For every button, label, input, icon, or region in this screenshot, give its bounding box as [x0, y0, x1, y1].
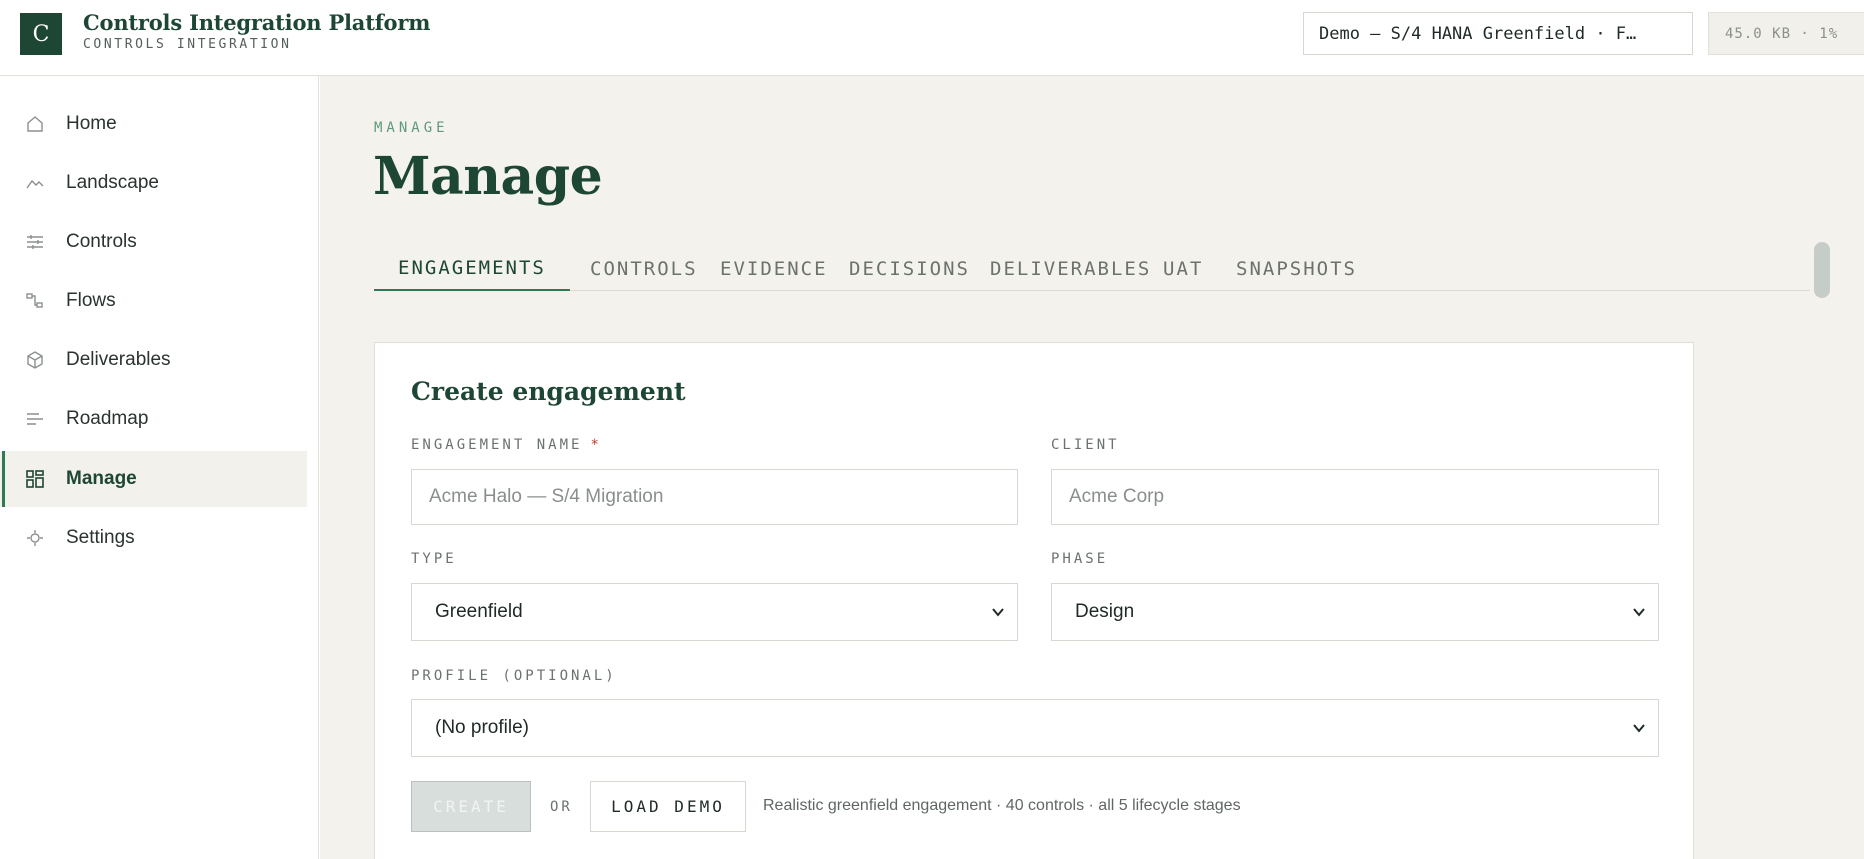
phase-select[interactable]: Design	[1051, 583, 1659, 641]
phase-label: PHASE	[1051, 551, 1109, 567]
sidebar-item-label: Deliverables	[66, 349, 171, 370]
app-title: Controls Integration Platform	[83, 10, 431, 35]
sidebar-item-label: Settings	[66, 527, 135, 548]
chevron-down-icon	[992, 608, 1004, 617]
create-button[interactable]: CREATE	[411, 781, 531, 832]
profile-label: PROFILE (OPTIONAL)	[411, 668, 617, 684]
engagement-name-label: ENGAGEMENT NAME *	[411, 437, 602, 453]
engagement-name-input[interactable]: Acme Halo — S/4 Migration	[411, 469, 1018, 525]
required-marker: *	[590, 437, 602, 453]
settings-icon	[24, 527, 46, 549]
type-select[interactable]: Greenfield	[411, 583, 1018, 641]
sidebar-item-flows[interactable]: Flows	[0, 273, 307, 329]
tab-engagements[interactable]: ENGAGEMENTS	[374, 246, 570, 291]
type-label: TYPE	[411, 551, 457, 567]
sidebar: Home Landscape Controls Flows Deliverabl…	[0, 76, 319, 859]
tab-snapshots[interactable]: SNAPSHOTS	[1212, 246, 1381, 291]
page-eyebrow: MANAGE	[374, 120, 449, 136]
page-title: Manage	[373, 146, 603, 207]
grid-icon	[24, 468, 46, 490]
sidebar-item-settings[interactable]: Settings	[0, 510, 307, 566]
tab-bar: ENGAGEMENTS CONTROLS EVIDENCE DECISIONS …	[374, 246, 1810, 291]
sidebar-item-manage[interactable]: Manage	[0, 451, 307, 507]
sidebar-item-label: Home	[66, 113, 117, 134]
app-logo[interactable]: C	[20, 13, 62, 55]
sidebar-item-controls[interactable]: Controls	[0, 214, 307, 270]
demo-description: Realistic greenfield engagement · 40 con…	[763, 797, 1241, 814]
storage-usage-badge: 45.0 KB · 1%	[1708, 12, 1864, 55]
sidebar-item-home[interactable]: Home	[0, 96, 307, 152]
app-subtitle: CONTROLS INTEGRATION	[83, 37, 292, 52]
sidebar-item-deliverables[interactable]: Deliverables	[0, 332, 307, 388]
sidebar-item-label: Landscape	[66, 172, 159, 193]
sidebar-item-label: Roadmap	[66, 408, 149, 429]
flow-icon	[24, 290, 46, 312]
sidebar-item-label: Controls	[66, 231, 137, 252]
sliders-icon	[24, 231, 46, 253]
create-engagement-card: Create engagement ENGAGEMENT NAME * Acme …	[374, 342, 1694, 859]
load-demo-button[interactable]: LOAD DEMO	[590, 781, 746, 832]
cube-icon	[24, 349, 46, 371]
landscape-icon	[24, 172, 46, 194]
type-select-value: Greenfield	[435, 601, 523, 622]
chevron-down-icon	[1633, 724, 1645, 733]
sidebar-item-label: Flows	[66, 290, 116, 311]
logo-letter: C	[32, 21, 50, 47]
home-icon	[24, 113, 46, 135]
tabs-scrollbar[interactable]	[1814, 242, 1830, 298]
sidebar-item-label: Manage	[66, 468, 137, 489]
main-content: MANAGE Manage ENGAGEMENTS CONTROLS EVIDE…	[320, 76, 1864, 859]
environment-selector[interactable]: Demo — S/4 HANA Greenfield · F…	[1303, 12, 1693, 55]
sidebar-item-landscape[interactable]: Landscape	[0, 155, 307, 211]
roadmap-icon	[24, 408, 46, 430]
client-input[interactable]: Acme Corp	[1051, 469, 1659, 525]
card-title: Create engagement	[411, 377, 686, 406]
profile-select-value: (No profile)	[435, 717, 529, 738]
client-label: CLIENT	[1051, 437, 1120, 453]
chevron-down-icon	[1633, 608, 1645, 617]
phase-select-value: Design	[1075, 601, 1135, 622]
top-bar: C Controls Integration Platform CONTROLS…	[0, 0, 1864, 76]
sidebar-item-roadmap[interactable]: Roadmap	[0, 391, 307, 447]
or-separator: OR	[550, 799, 573, 815]
profile-select[interactable]: (No profile)	[411, 699, 1659, 757]
